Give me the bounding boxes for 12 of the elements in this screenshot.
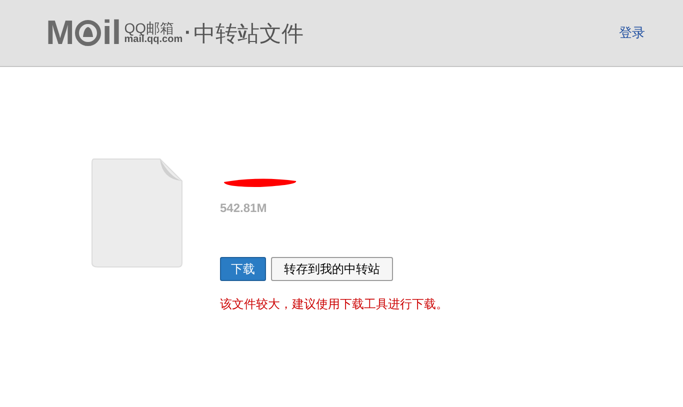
page-title: 中转站文件 — [193, 20, 304, 48]
brand-name: QQ邮箱 — [124, 21, 174, 35]
separator: · — [184, 21, 192, 46]
login-link[interactable]: 登录 — [619, 23, 645, 43]
logo-letter: M — [46, 16, 74, 50]
brand-domain: mail.qq.com — [124, 35, 183, 45]
bell-icon — [75, 20, 102, 46]
logo-letters: il — [102, 16, 122, 50]
save-button[interactable]: 转存到我的中转站 — [271, 257, 393, 281]
file-size: 542.81M — [220, 200, 268, 217]
download-button[interactable]: 下载 — [220, 257, 266, 281]
notice-text: 该文件较大，建议使用下载工具进行下载。 — [220, 296, 448, 313]
